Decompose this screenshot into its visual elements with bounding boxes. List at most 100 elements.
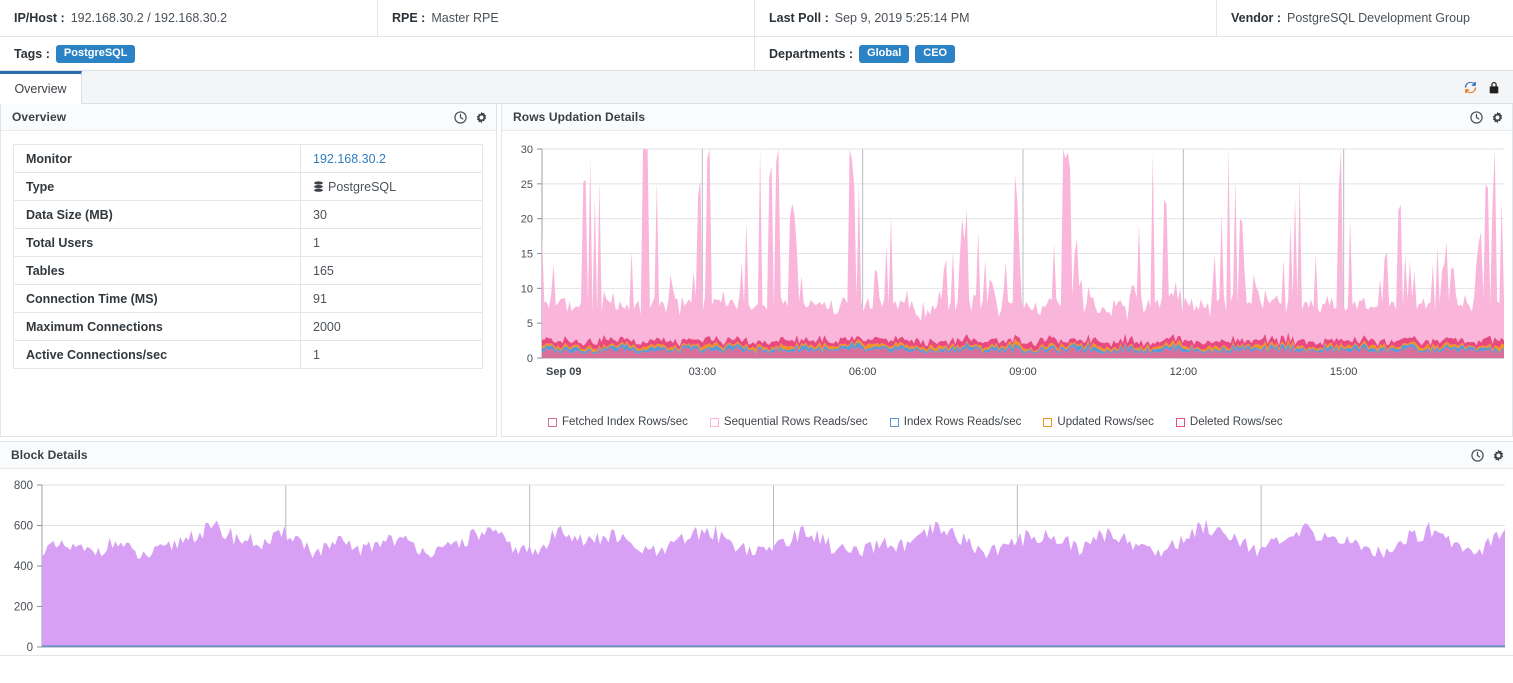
legend-label: Deleted Rows/sec [1189,416,1283,428]
panel-rows-updation-details: Rows Updation Details 0 5 10 15 20 25 30… [501,104,1513,437]
info-cell-iphost: IP/Host : 192.168.30.2 / 192.168.30.2 [0,0,378,36]
overview-row-value: 2000 [300,312,483,341]
table-row: Type PostgreSQL [13,172,483,201]
departments-label: Departments : [769,46,854,61]
info-row-primary: IP/Host : 192.168.30.2 / 192.168.30.2 RP… [0,0,1513,37]
panel-overview-title: Overview [12,110,67,124]
overview-row-key: Total Users [13,228,301,257]
rows-updation-chart[interactable]: 0 5 10 15 20 25 30 Sep 09 03:00 06:00 09:00 12:00 15… [502,131,1512,436]
panel-block-body: 0 200 400 600 800 [0,469,1513,655]
panel-rows-header: Rows Updation Details [502,104,1512,131]
panel-overview-body: Monitor 192.168.30.2 Type PostgreSQL Data Si… [1,131,496,436]
last-poll-label: Last Poll : [769,11,829,25]
rpe-value: Master RPE [431,11,499,25]
legend-label: Fetched Index Rows/sec [562,416,688,428]
overview-row-key: Type [13,172,301,201]
svg-text:06:00: 06:00 [849,366,877,378]
overview-row-key: Data Size (MB) [13,200,301,229]
departments-list: Global CEO [859,44,961,63]
legend-swatch [709,417,719,427]
svg-text:400: 400 [14,561,33,573]
overview-row-key: Active Connections/sec [13,340,301,369]
tags-list: PostgreSQL [55,44,142,63]
info-cell-vendor: Vendor : PostgreSQL Development Group [1217,0,1513,36]
svg-text:600: 600 [14,521,33,533]
panel-rows-icons [1470,110,1504,124]
overview-row-value: 30 [300,200,483,229]
lock-icon[interactable] [1487,80,1501,95]
svg-text:Sep 09: Sep 09 [546,366,581,378]
clock-icon[interactable] [1471,448,1484,462]
svg-text:15: 15 [521,249,533,261]
legend-label: Sequential Rows Reads/sec [723,416,868,428]
tag-badge-0[interactable]: PostgreSQL [55,44,136,63]
legend-item[interactable]: Sequential Rows Reads/sec [709,416,868,428]
tab-overview-label: Overview [14,82,67,96]
table-row: Maximum Connections 2000 [13,312,483,341]
vendor-label: Vendor : [1231,11,1282,25]
tab-bar-icons [1463,71,1513,103]
legend-item[interactable]: Fetched Index Rows/sec [548,416,688,428]
panel-block-header: Block Details [0,442,1513,469]
legend-item[interactable]: Index Rows Reads/sec [889,416,1022,428]
tab-overview[interactable]: Overview [0,71,82,104]
panel-overview-icons [454,110,488,124]
gear-icon[interactable] [475,111,488,124]
gear-icon[interactable] [1492,449,1505,462]
vendor-value: PostgreSQL Development Group [1287,11,1470,25]
svg-text:25: 25 [521,179,533,191]
table-row: Monitor 192.168.30.2 [13,144,483,173]
overview-row-key: Monitor [13,144,301,173]
overview-row-key: Maximum Connections [13,312,301,341]
svg-text:09:00: 09:00 [1009,366,1037,378]
department-badge-1[interactable]: CEO [915,44,956,63]
table-row: Tables 165 [13,256,483,285]
overview-row-value: 165 [300,256,483,285]
tags-label: Tags : [14,46,50,61]
svg-text:20: 20 [521,214,533,226]
panel-overview-header: Overview [1,104,496,131]
overview-row-value: 1 [300,228,483,257]
overview-row-key: Tables [13,256,301,285]
clock-icon[interactable] [1470,110,1483,124]
panel-block-icons [1471,448,1505,462]
iphost-value: 192.168.30.2 / 192.168.30.2 [70,11,228,25]
info-cell-departments: Departments : Global CEO [755,37,1513,70]
block-details-chart[interactable]: 0 200 400 600 800 [0,469,1513,655]
info-row-secondary: Tags : PostgreSQL Departments : Global CE… [0,37,1513,70]
svg-text:10: 10 [521,283,533,295]
overview-row-value-link[interactable]: 192.168.30.2 [300,144,483,173]
panel-rows-title: Rows Updation Details [513,110,646,124]
svg-text:30: 30 [521,144,533,156]
table-row: Active Connections/sec 1 [13,340,483,369]
top-panel-area: Overview Monitor 192.168.30.2 Type Postg… [0,104,1513,437]
table-row: Connection Time (MS) 91 [13,284,483,313]
legend-item[interactable]: Deleted Rows/sec [1175,416,1283,428]
refresh-icon[interactable] [1463,80,1478,95]
iphost-label: IP/Host : [14,11,65,25]
legend-swatch [1043,417,1053,427]
overview-row-value: 1 [300,340,483,369]
legend-label: Index Rows Reads/sec [903,416,1022,428]
last-poll-value: Sep 9, 2019 5:25:14 PM [834,11,970,25]
table-row: Total Users 1 [13,228,483,257]
legend-label: Updated Rows/sec [1057,416,1154,428]
info-cell-rpe: RPE : Master RPE [378,0,755,36]
legend-swatch [1175,417,1185,427]
svg-text:0: 0 [27,642,33,654]
legend-swatch [548,417,557,427]
legend-item[interactable]: Updated Rows/sec [1043,416,1154,428]
overview-table: Monitor 192.168.30.2 Type PostgreSQL Data Si… [13,144,483,369]
svg-text:0: 0 [527,353,533,365]
overview-row-key: Connection Time (MS) [13,284,301,313]
department-badge-0[interactable]: Global [859,44,910,63]
svg-text:15:00: 15:00 [1330,366,1358,378]
svg-text:5: 5 [527,318,533,330]
rows-updation-legend: Fetched Index Rows/sec Sequential Rows Re… [548,416,1305,428]
tab-bar: Overview [0,71,1513,104]
overview-row-value: PostgreSQL [300,172,483,201]
info-cell-last-poll: Last Poll : Sep 9, 2019 5:25:14 PM [755,0,1217,36]
svg-text:12:00: 12:00 [1170,366,1198,378]
clock-icon[interactable] [454,110,467,124]
gear-icon[interactable] [1491,111,1504,124]
